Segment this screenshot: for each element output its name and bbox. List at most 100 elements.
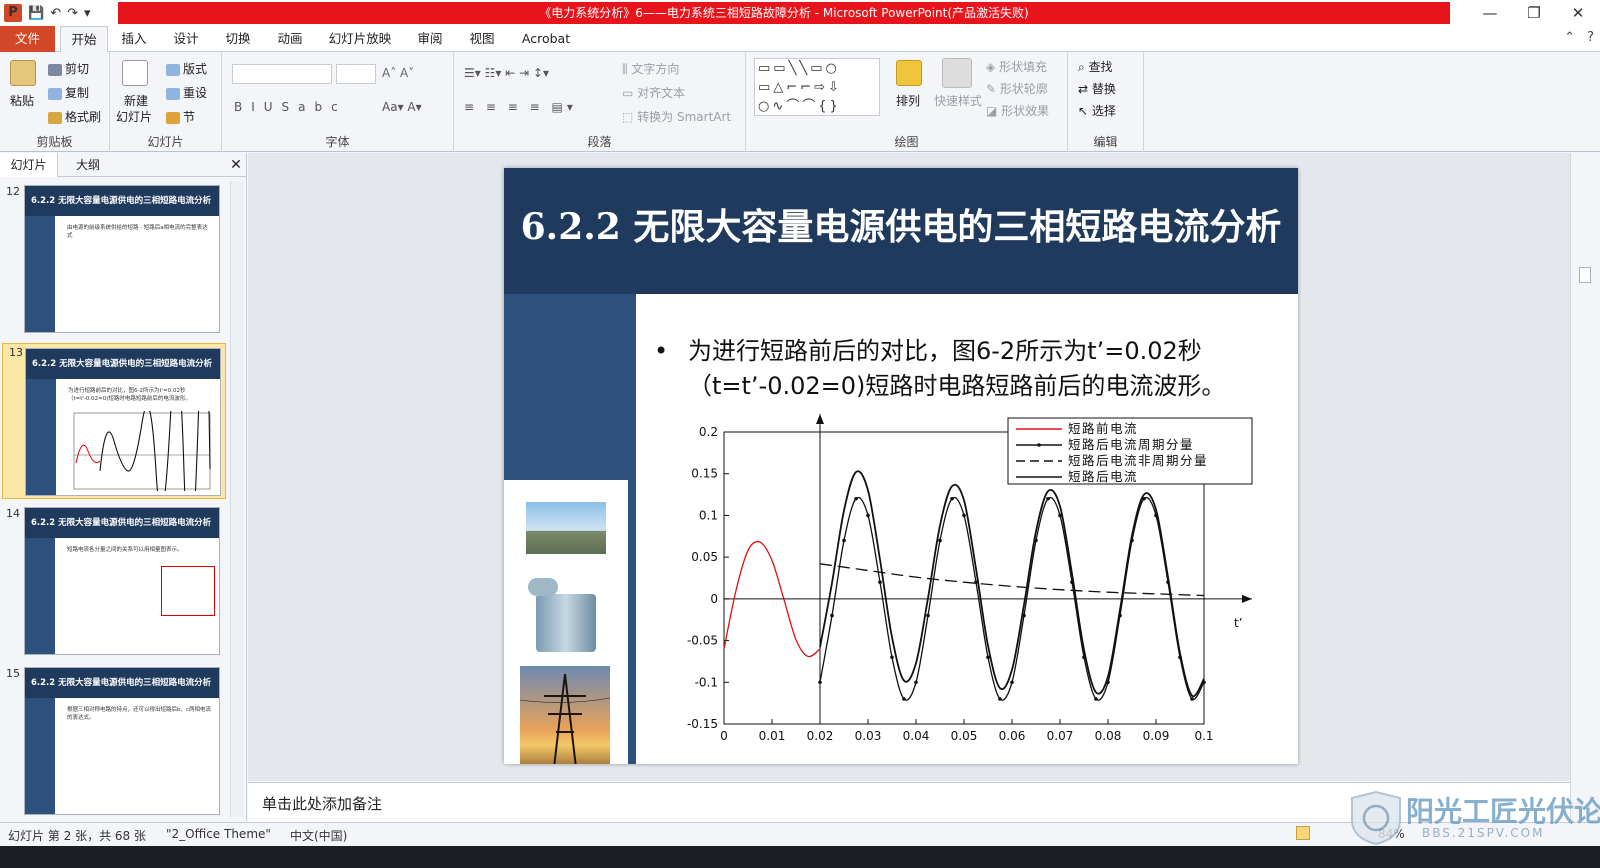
list-buttons[interactable]: ☰▾ ☷▾ ⇤ ⇥ ↕▾: [464, 66, 549, 80]
paste-icon[interactable]: [10, 60, 36, 86]
x-tick-label: 0.06: [999, 729, 1026, 743]
reset-label: 重设: [183, 86, 208, 100]
thumbnail-sidebar: [25, 698, 55, 814]
thumbnail-slide-12[interactable]: 12 6.2.2 无限大容量电源供电的三相短路电流分析 由电源的前级系统供给的短…: [0, 183, 228, 339]
tab-transitions[interactable]: 切换: [216, 26, 260, 52]
alignment-buttons[interactable]: ≡ ≡ ≡ ≡ ▤▾: [464, 100, 577, 114]
quick-styles-icon[interactable]: [942, 58, 972, 88]
slide-number: 13: [9, 346, 23, 359]
tab-animations[interactable]: 动画: [268, 26, 312, 52]
power-plant-image[interactable]: [526, 502, 606, 554]
help-icon[interactable]: ?: [1587, 30, 1594, 45]
new-slide-button-line1[interactable]: 新建: [124, 92, 148, 109]
arrange-icon[interactable]: [896, 60, 922, 86]
replace-button[interactable]: ⇄ 替换: [1078, 80, 1116, 97]
y-tick-label: -0.1: [695, 675, 718, 689]
y-tick-label: 0.2: [699, 425, 718, 439]
minimize-icon[interactable]: —: [1468, 0, 1512, 26]
tab-file[interactable]: 文件: [0, 26, 55, 52]
section-icon: [166, 111, 180, 124]
slide-count-status: 幻灯片 第 2 张，共 68 张: [8, 829, 146, 843]
font-family-select[interactable]: [232, 64, 332, 84]
transmission-tower-image[interactable]: [519, 666, 611, 764]
slides-pane: 幻灯片 大纲 ✕ 12 6.2.2 无限大容量电源供电的三相短路电流分析 由电源…: [0, 153, 247, 821]
thumbnail-slide-13[interactable]: 13 6.2.2 无限大容量电源供电的三相短路电流分析 为进行短路前后的对比，图…: [2, 343, 226, 499]
text-direction-button[interactable]: ⫼ 文字方向: [622, 60, 679, 77]
close-icon[interactable]: ✕: [1556, 0, 1600, 26]
save-icon[interactable]: 💾: [28, 6, 44, 21]
restore-icon[interactable]: ❐: [1512, 0, 1556, 26]
copy-button[interactable]: 复制: [48, 84, 89, 101]
thumbnail-title: 6.2.2 无限大容量电源供电的三相短路电流分析: [25, 508, 219, 538]
tab-design[interactable]: 设计: [164, 26, 208, 52]
paste-button[interactable]: 粘贴: [10, 92, 34, 109]
tab-outline-pane[interactable]: 大纲: [60, 153, 116, 177]
quick-styles-button[interactable]: 快速样式: [934, 92, 982, 109]
align-text-button[interactable]: ▭ 对齐文本: [622, 84, 685, 101]
clipboard-group-label: 剪贴板: [36, 135, 73, 149]
smartart-button[interactable]: ⬚ 转换为 SmartArt: [622, 108, 731, 125]
section-button[interactable]: 节: [166, 108, 195, 125]
shape-fill-label: 形状填充: [999, 60, 1048, 74]
shapes-gallery[interactable]: ▭▭╲╲▭○ ▭△⌐⌐⇨⇩ ○∿⌒⌒{}: [754, 58, 880, 116]
brush-icon: [48, 111, 62, 124]
slide-scrollbar[interactable]: [1570, 153, 1600, 821]
slide[interactable]: 6.2.2 无限大容量电源供电的三相短路电流分析 • 为进行短路前后的对比，图6…: [504, 168, 1298, 764]
normal-view-icon[interactable]: [1296, 826, 1310, 840]
slides-pane-scrollbar[interactable]: [230, 181, 244, 817]
new-slide-icon[interactable]: [122, 60, 148, 86]
font-color-icon[interactable]: Aa▾ A▾: [382, 100, 422, 114]
tab-slides-pane[interactable]: 幻灯片: [0, 153, 58, 177]
shape-outline-button[interactable]: ✎ 形状轮廓: [986, 80, 1048, 97]
series-marker: [914, 680, 918, 685]
tab-view[interactable]: 视图: [460, 26, 504, 52]
theme-status[interactable]: "2_Office Theme": [166, 827, 271, 841]
arrange-button[interactable]: 排列: [896, 92, 920, 109]
layout-button[interactable]: 版式: [166, 60, 207, 77]
thumbnail-callout: [161, 566, 215, 616]
align-text-label: 对齐文本: [637, 86, 686, 100]
reset-button[interactable]: 重设: [166, 84, 207, 101]
y-tick-label: -0.05: [687, 634, 718, 648]
new-slide-button-line2[interactable]: 幻灯片: [116, 108, 152, 125]
powerpoint-app-icon[interactable]: P: [4, 4, 22, 22]
reset-icon: [166, 87, 180, 100]
shape-effects-button[interactable]: ◪ 形状效果: [986, 102, 1049, 119]
series-marker: [1010, 680, 1014, 685]
font-style-buttons[interactable]: BIUSabc: [234, 100, 347, 114]
tab-home[interactable]: 开始: [60, 26, 108, 53]
group-drawing: ▭▭╲╲▭○ ▭△⌐⌐⇨⇩ ○∿⌒⌒{} 排列 快速样式 ◈ 形状填充 ✎ 形状轮廓…: [746, 52, 1068, 152]
minimize-ribbon-icon[interactable]: ⌃: [1564, 30, 1575, 45]
tab-slideshow[interactable]: 幻灯片放映: [322, 26, 398, 52]
close-pane-icon[interactable]: ✕: [228, 153, 244, 177]
slide-title[interactable]: 6.2.2 无限大容量电源供电的三相短路电流分析: [504, 198, 1298, 250]
font-size-select[interactable]: [336, 64, 376, 84]
slide-number: 12: [6, 185, 20, 198]
font-group-label: 字体: [325, 135, 350, 149]
paint-bucket-icon: ◈: [986, 60, 1000, 74]
language-status[interactable]: 中文(中国): [290, 827, 347, 844]
layout-label: 版式: [183, 62, 208, 76]
find-button[interactable]: ⌕ 查找: [1078, 58, 1113, 75]
text-direction-icon: ⫼: [622, 62, 632, 76]
tab-acrobat[interactable]: Acrobat: [514, 26, 578, 52]
tab-review[interactable]: 审阅: [408, 26, 452, 52]
cut-button[interactable]: 剪切: [48, 60, 89, 77]
transformer-image[interactable]: [524, 572, 608, 656]
customize-qa-icon[interactable]: ▾: [84, 6, 91, 21]
format-painter-label: 格式刷: [65, 110, 102, 124]
thumbnail-slide-15[interactable]: 15 6.2.2 无限大容量电源供电的三相短路电流分析 根据三相对称电路的特点，…: [0, 665, 228, 821]
select-button[interactable]: ↖ 选择: [1078, 102, 1116, 119]
format-painter-button[interactable]: 格式刷: [48, 108, 101, 125]
series-marker: [950, 496, 954, 501]
grow-font-icon[interactable]: A˄ A˅: [382, 66, 414, 80]
tab-insert[interactable]: 插入: [112, 26, 156, 52]
shape-fill-button[interactable]: ◈ 形状填充: [986, 58, 1047, 75]
series-marker: [902, 697, 906, 701]
thumbnail-slide-14[interactable]: 14 6.2.2 无限大容量电源供电的三相短路电流分析 短路电流各分量之间的关系…: [0, 505, 228, 661]
scrollbar-thumb[interactable]: [1579, 267, 1591, 283]
current-waveform-chart[interactable]: 0 0.01 0.02 0.03 0.04 0.05 0.06 0.07 0.08 0.09 0.1…: [680, 412, 1260, 752]
thumbnail-sidebar: [26, 379, 56, 495]
undo-icon[interactable]: ↶: [50, 6, 61, 21]
redo-icon[interactable]: ↷: [67, 6, 78, 21]
